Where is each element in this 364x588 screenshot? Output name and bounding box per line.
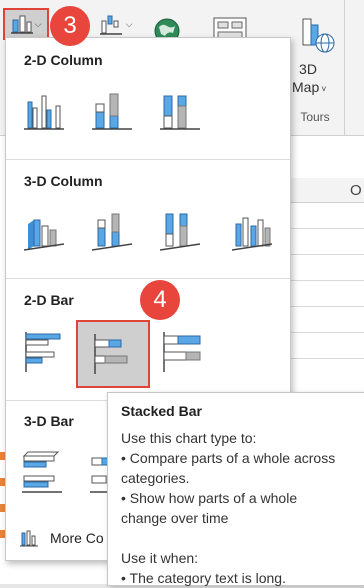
stacked-column-option[interactable]	[88, 88, 136, 136]
stacked-bar-option[interactable]	[76, 320, 150, 388]
section-title-3d-column: 3-D Column	[24, 173, 103, 189]
row-gridline	[290, 228, 364, 229]
tooltip-body: Use this chart type to: • Compare parts …	[121, 428, 357, 588]
3d-clustered-column-option[interactable]	[20, 206, 68, 254]
row-gridline	[290, 254, 364, 255]
3d-map-button[interactable]	[294, 12, 336, 56]
section-divider	[6, 159, 290, 160]
3d-column-option[interactable]	[228, 206, 276, 254]
stacked-bar-thumb	[89, 330, 137, 378]
clustered-column-option[interactable]	[20, 88, 68, 136]
clustered-bar-icon	[25, 332, 61, 372]
stacked-bar-icon	[94, 334, 128, 374]
insert-column-chart-button[interactable]: ⌵	[3, 8, 49, 40]
more-charts-icon	[20, 530, 38, 547]
section-title-2d-bar: 2-D Bar	[24, 292, 74, 308]
100-stacked-bar-option[interactable]	[158, 328, 206, 376]
clustered-column-icon	[24, 95, 64, 130]
3d-map-icon	[302, 18, 335, 53]
stacked-column-icon	[92, 93, 132, 130]
tooltip-line: change over time	[121, 510, 229, 526]
step-3-callout: 3	[50, 6, 90, 46]
ribbon-divider	[344, 0, 345, 135]
chevron-down-icon: ˅	[321, 84, 327, 94]
column-chart-icon	[10, 15, 33, 34]
column-header-o[interactable]: O	[350, 182, 362, 199]
100-stacked-bar-icon	[163, 332, 201, 372]
chevron-down-icon: ⌵	[125, 18, 133, 29]
more-column-charts-link[interactable]: More Co	[20, 528, 104, 548]
tooltip-line: Use this chart type to:	[121, 430, 257, 446]
step-4-callout: 4	[140, 280, 180, 320]
tours-group-label: Tours	[300, 110, 330, 124]
stacked-bar-tooltip: Stacked Bar Use this chart type to: • Co…	[107, 392, 364, 586]
tooltip-line: Use it when:	[121, 550, 199, 566]
row-gridline	[290, 280, 364, 281]
3d-clustered-bar-icon	[22, 451, 62, 493]
row-gridline	[290, 358, 364, 359]
row-gridline	[290, 306, 364, 307]
tooltip-line: • Compare parts of a whole across	[121, 450, 336, 466]
chevron-down-icon: ⌵	[34, 18, 42, 29]
3d-stacked-column-icon	[91, 213, 133, 251]
tooltip-title: Stacked Bar	[121, 403, 202, 419]
section-title-2d-column: 2-D Column	[24, 52, 103, 68]
clustered-bar-option[interactable]	[20, 328, 68, 376]
3d-100-stacked-column-icon	[159, 213, 201, 251]
row-gridline	[290, 332, 364, 333]
tooltip-line: • Show how parts of a whole	[121, 490, 298, 506]
3d-clustered-bar-option[interactable]	[18, 448, 66, 496]
3d-map-label: 3D Map ˅	[292, 61, 327, 95]
3d-stacked-column-option[interactable]	[88, 206, 136, 254]
3d-column-icon	[231, 217, 273, 251]
100-stacked-column-option[interactable]	[156, 88, 204, 136]
3d-100-stacked-column-option[interactable]	[156, 206, 204, 254]
section-divider	[6, 278, 290, 279]
tooltip-line: • The category text is long.	[121, 570, 286, 586]
insert-waterfall-chart-button[interactable]: ⌵	[96, 10, 136, 38]
tooltip-spacer	[121, 528, 357, 548]
tooltip-line: categories.	[121, 470, 190, 486]
more-charts-label: More Co	[50, 530, 104, 546]
100-stacked-column-icon	[160, 95, 200, 130]
3d-clustered-column-icon	[23, 219, 65, 251]
waterfall-chart-icon	[99, 15, 122, 35]
section-title-3d-bar: 3-D Bar	[24, 413, 74, 429]
